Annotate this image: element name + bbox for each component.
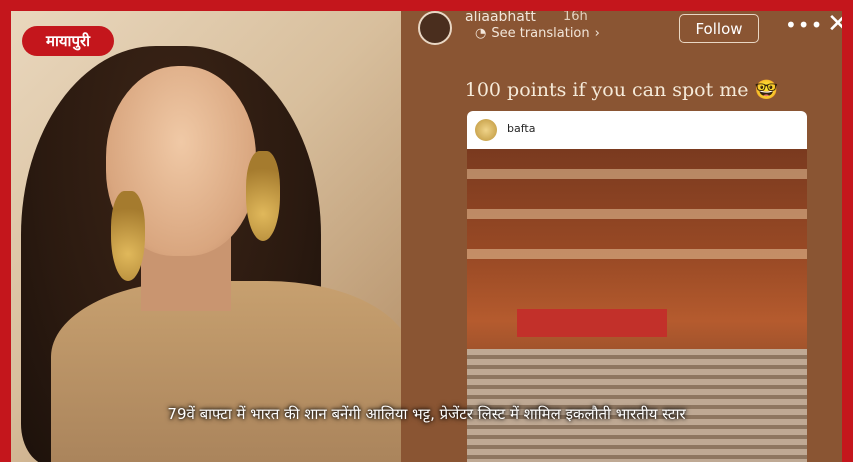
- ceiling-light: [467, 209, 807, 219]
- story-username[interactable]: aliaabhatt: [465, 11, 536, 25]
- earring-right: [246, 151, 280, 241]
- post-header: bafta: [467, 111, 807, 149]
- bafta-mask-icon: [475, 119, 497, 141]
- logo: मायापुरी: [22, 26, 114, 56]
- avatar[interactable]: [418, 11, 452, 45]
- chevron-right-icon: ›: [594, 26, 600, 41]
- globe-icon: ◔: [475, 26, 487, 41]
- earring-left: [111, 191, 145, 281]
- portrait-photo: [11, 11, 411, 462]
- more-dots-icon[interactable]: •••: [785, 13, 823, 37]
- follow-button[interactable]: Follow: [679, 14, 759, 43]
- post-username[interactable]: bafta: [507, 122, 535, 135]
- ceiling-light: [467, 249, 807, 259]
- story-timestamp: 16h: [563, 11, 588, 24]
- see-translation-link[interactable]: ◔ See translation ›: [475, 26, 600, 41]
- see-translation-label: See translation: [491, 26, 590, 41]
- story-caption: 100 points if you can spot me 🤓: [464, 79, 779, 101]
- headline-caption: 79वें बाफ्टा में भारत की शान बनेंगी आलिय…: [167, 405, 686, 423]
- stage: [517, 309, 667, 337]
- instagram-story: aliaabhatt 16h ◔ See translation › Follo…: [401, 11, 842, 462]
- ceiling-light: [467, 169, 807, 179]
- news-thumbnail: aliaabhatt 16h ◔ See translation › Follo…: [11, 11, 842, 462]
- close-icon[interactable]: ✕: [827, 11, 842, 39]
- dress: [51, 281, 411, 462]
